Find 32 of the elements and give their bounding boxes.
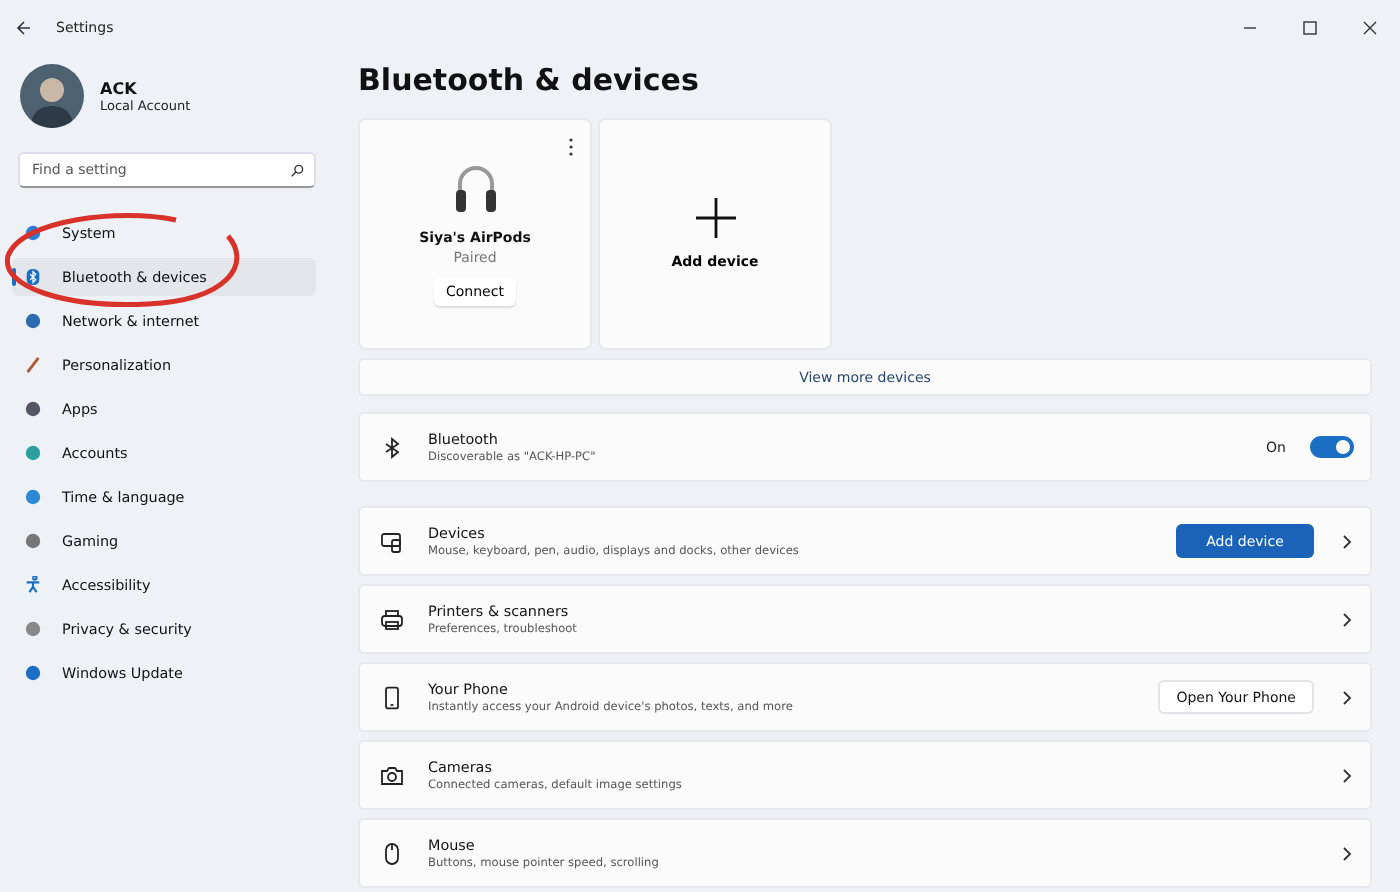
nav-icon — [24, 312, 42, 330]
nav-icon — [24, 400, 42, 418]
nav-icon — [24, 620, 42, 638]
nav-icon — [24, 356, 42, 374]
account-name: ACK — [100, 79, 139, 97]
nav-icon — [24, 444, 42, 462]
chevron-icon[interactable] — [1338, 611, 1354, 627]
close-icon[interactable] — [1362, 20, 1378, 36]
headphones-icon — [453, 162, 497, 214]
chevron-icon[interactable] — [1338, 845, 1354, 861]
nav-icon — [24, 532, 42, 550]
nav-icon — [24, 224, 42, 242]
avatar — [20, 64, 84, 128]
chevron-icon[interactable] — [1338, 767, 1354, 783]
bluetooth-icon — [380, 435, 404, 459]
mouse-icon — [380, 841, 404, 865]
devices-icon — [380, 529, 404, 553]
toggle-switch[interactable] — [1310, 436, 1354, 458]
chevron-icon[interactable] — [1338, 533, 1354, 549]
plus-icon — [695, 198, 735, 238]
chevron-icon[interactable] — [1338, 689, 1354, 705]
search-icon[interactable] — [290, 163, 304, 177]
nav-icon — [24, 488, 42, 506]
phone-icon — [380, 685, 404, 709]
camera-icon — [380, 763, 404, 787]
page-title: Bluetooth & devices — [358, 62, 701, 98]
nav-icon — [24, 268, 42, 286]
maximize-icon[interactable] — [1302, 20, 1318, 36]
nav-icon — [24, 576, 42, 594]
nav-icon — [24, 664, 42, 682]
printer-icon — [380, 607, 404, 631]
back-icon[interactable] — [16, 20, 32, 36]
